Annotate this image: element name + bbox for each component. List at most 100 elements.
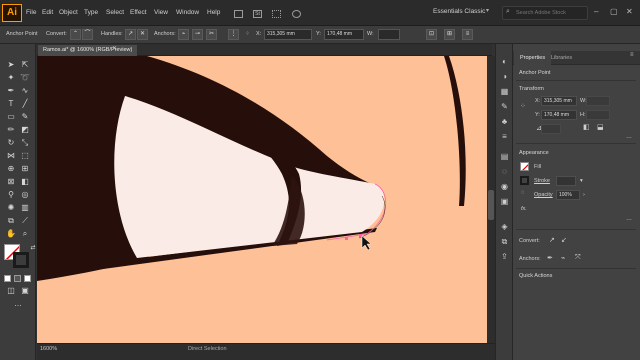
scrollbar-thumb[interactable] [488,190,494,220]
stroke-panel-icon[interactable]: ≡ [500,132,509,141]
free-transform-tool-icon[interactable]: ⬚ [20,151,30,161]
close-icon[interactable]: ✕ [626,7,633,16]
connect-anchor-button[interactable]: ⊸ [192,29,203,40]
bridge-icon[interactable] [234,10,243,18]
transform-button[interactable]: ⊞ [444,29,455,40]
arrange-documents-icon[interactable] [272,10,281,18]
magic-wand-tool-icon[interactable]: ✦ [6,73,16,83]
convert-smooth-icon[interactable]: ↙ [561,236,567,244]
isolate-button[interactable]: ⊡ [426,29,437,40]
rectangle-tool-icon[interactable]: ▭ [6,112,16,122]
opacity-field[interactable]: 100% [556,190,580,200]
brushes-panel-icon[interactable]: ✎ [500,102,509,111]
maximize-icon[interactable]: ▢ [610,7,618,16]
width-tool-icon[interactable]: ⋈ [6,151,16,161]
swatches-panel-icon[interactable]: ▦ [500,87,509,96]
shape-builder-tool-icon[interactable]: ⊕ [6,164,16,174]
pen-tool-icon[interactable]: ✒ [6,86,16,96]
opacity-label[interactable]: Opacity [534,192,553,198]
menu-edit[interactable]: Edit [42,9,53,16]
type-tool-icon[interactable]: T [6,99,16,109]
convert-corner-icon[interactable]: ↗ [549,236,555,244]
scale-tool-icon[interactable]: ⤡ [20,138,30,148]
symbols-panel-icon[interactable]: ♣ [500,117,509,126]
control-y-field[interactable]: 170,48 mm [324,29,364,40]
layers-panel-icon[interactable]: ◈ [500,222,509,231]
reference-point-icon[interactable]: ⁘ [520,102,526,110]
curvature-tool-icon[interactable]: ∿ [20,86,30,96]
transform-w-field[interactable] [586,96,610,106]
edit-toolbar-icon[interactable]: … [13,299,23,309]
align-button[interactable]: ⋮ [228,29,239,40]
menu-type[interactable]: Type [84,9,98,16]
hand-tool-icon[interactable]: ✋ [6,229,16,239]
stroke-swatch[interactable] [520,176,529,185]
remove-anchor-button[interactable]: ⌁ [178,29,189,40]
panel-menu-button[interactable]: ≡ [462,29,473,40]
eraser-tool-icon[interactable]: ◩ [20,125,30,135]
graphic-styles-icon[interactable]: ▣ [500,197,509,206]
flip-horizontal-icon[interactable]: ◧ [583,123,590,131]
appearance-panel-icon[interactable]: ◉ [500,182,509,191]
perspective-grid-tool-icon[interactable]: ⊞ [20,164,30,174]
transform-h-field[interactable] [586,110,610,120]
color-mode-icon[interactable] [4,275,11,282]
pencil-tool-icon[interactable]: ✏ [6,125,16,135]
flip-vertical-icon[interactable]: ⬓ [597,123,604,131]
artboard-canvas[interactable] [37,56,487,343]
stroke-label[interactable]: Stroke [534,178,550,184]
menu-object[interactable]: Object [59,9,78,16]
control-w-field[interactable] [378,29,400,40]
chevron-down-icon[interactable]: ▾ [580,178,583,184]
screen-mode-icon[interactable]: ▣ [20,286,30,296]
gradient-panel-icon[interactable]: ▤ [500,152,509,161]
panel-menu-icon[interactable]: ≡ [630,52,634,58]
tab-libraries[interactable]: Libraries [545,51,578,65]
menu-window[interactable]: Window [176,9,199,16]
slice-tool-icon[interactable]: ⟋ [20,216,30,226]
artboards-panel-icon[interactable]: ⧉ [500,237,509,246]
more-options-icon[interactable]: … [626,134,632,140]
rotate-field[interactable] [541,124,561,134]
blend-tool-icon[interactable]: ◎ [20,190,30,200]
menu-view[interactable]: View [154,9,168,16]
draw-mode-icon[interactable]: ◫ [6,286,16,296]
none-mode-icon[interactable] [24,275,31,282]
transform-y-field[interactable]: 170,48 mm [541,110,577,120]
zoom-tool-icon[interactable]: ⌕ [20,229,30,239]
control-x-field[interactable]: 315,305 mm [264,29,312,40]
asset-export-icon[interactable]: ⇪ [500,252,509,261]
color-panel-icon[interactable]: ◐ [500,57,509,66]
color-guide-icon[interactable]: ◑ [500,72,509,81]
rotate-tool-icon[interactable]: ↻ [6,138,16,148]
gradient-mode-icon[interactable] [14,275,21,282]
reference-point-icon[interactable]: ⁘ [245,31,250,37]
convert-smooth-button[interactable]: ⌒ [82,29,93,40]
direct-selection-tool-icon[interactable]: ⇱ [20,60,30,70]
artboard-tool-icon[interactable]: ⧉ [6,216,16,226]
gpu-performance-icon[interactable] [292,10,301,18]
workspace-switcher[interactable]: Essentials Classic [433,8,485,15]
zoom-level-field[interactable]: 1600% [40,346,57,352]
graph-tool-icon[interactable]: ▥ [20,203,30,213]
line-tool-icon[interactable]: ╱ [20,99,30,109]
gradient-tool-icon[interactable]: ◧ [20,177,30,187]
close-icon[interactable]: ✕ [112,45,117,52]
eyedropper-tool-icon[interactable]: ⚲ [6,190,16,200]
symbol-sprayer-tool-icon[interactable]: ✺ [6,203,16,213]
menu-help[interactable]: Help [207,9,220,16]
paintbrush-tool-icon[interactable]: ✎ [20,112,30,122]
stroke-swatch[interactable] [13,252,29,268]
convert-corner-button[interactable]: ⌃ [70,29,81,40]
menu-select[interactable]: Select [106,9,124,16]
selection-tool-icon[interactable]: ➤ [6,60,16,70]
transform-x-field[interactable]: 315,305 mm [541,96,577,106]
mesh-tool-icon[interactable]: ⊠ [6,177,16,187]
document-tab[interactable]: Ramos.ai* @ 1600% (RGB/Preview) [38,45,138,56]
fill-swatch[interactable] [520,162,529,171]
connect-anchors-icon[interactable]: ⌁ [561,254,565,262]
stock-icon[interactable]: St [253,10,262,18]
cut-path-button[interactable]: ✂ [206,29,217,40]
remove-anchor-icon[interactable]: ✒ [547,254,553,262]
lasso-tool-icon[interactable]: ➰ [20,73,30,83]
